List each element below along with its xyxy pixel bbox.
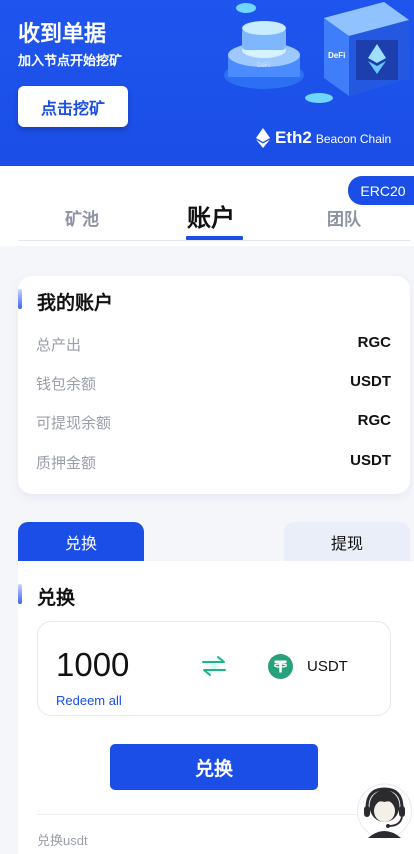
section-accent-bar [18, 289, 22, 309]
eth2-label: Eth2 [275, 128, 312, 147]
exchange-divider [37, 814, 391, 815]
amount-input[interactable] [56, 646, 186, 684]
staked-amount-label: 质押金额 [36, 455, 97, 472]
wallet-balance-value: USDT [350, 373, 391, 390]
defi-illustration: DeFi DeFi [224, 2, 409, 103]
tab-withdraw[interactable]: 提现 [284, 522, 410, 561]
banner-subtitle: 加入节点开始挖矿 [18, 53, 123, 68]
staked-amount-value: USDT [350, 452, 391, 469]
illus-defi-label: DeFi [257, 63, 270, 69]
banner-title: 收到单据 [18, 21, 107, 46]
tab-exchange[interactable]: 兑换 [18, 522, 144, 561]
tab-mining-pool[interactable]: 矿池 [65, 205, 99, 230]
exchange-title: 兑换 [37, 588, 76, 609]
erc20-badge[interactable]: ERC20 [348, 176, 414, 205]
redeem-all-link[interactable]: Redeem all [56, 693, 122, 708]
exchange-note: 兑换usdt [37, 833, 88, 848]
total-output-value: RGC [357, 334, 391, 351]
eth2-beacon-chain: Eth2 Beacon Chain [256, 128, 391, 148]
total-output-label: 总产出 [36, 337, 82, 354]
tab-account[interactable]: 账户 [187, 198, 235, 233]
wallet-balance-label: 钱包余额 [36, 376, 97, 393]
exchange-button[interactable]: 兑换 [110, 744, 318, 790]
account-title: 我的账户 [37, 293, 114, 314]
withdrawable-balance-value: RGC [357, 412, 391, 429]
tab-team[interactable]: 团队 [327, 205, 361, 230]
ethereum-icon [256, 128, 270, 148]
swap-icon[interactable] [198, 651, 230, 681]
beacon-chain-label: Beacon Chain [315, 132, 392, 146]
tab-divider [18, 240, 410, 241]
my-account-card: 我的账户 总产出 RGC 钱包余额 USDT 可提现余额 RGC 质押金额 US… [18, 276, 410, 494]
customer-service-icon[interactable] [355, 780, 414, 842]
illus-defi-label-2: DeFi [328, 51, 345, 60]
section-accent-bar [18, 584, 22, 604]
withdrawable-balance-label: 可提现余额 [36, 415, 112, 432]
currency-label: USDT [307, 658, 348, 675]
top-banner: 收到单据 加入节点开始挖矿 点击挖矿 DeFi DeFi Eth2 Beacon… [0, 0, 414, 166]
start-mining-button[interactable]: 点击挖矿 [18, 86, 128, 127]
usdt-icon [268, 654, 293, 679]
